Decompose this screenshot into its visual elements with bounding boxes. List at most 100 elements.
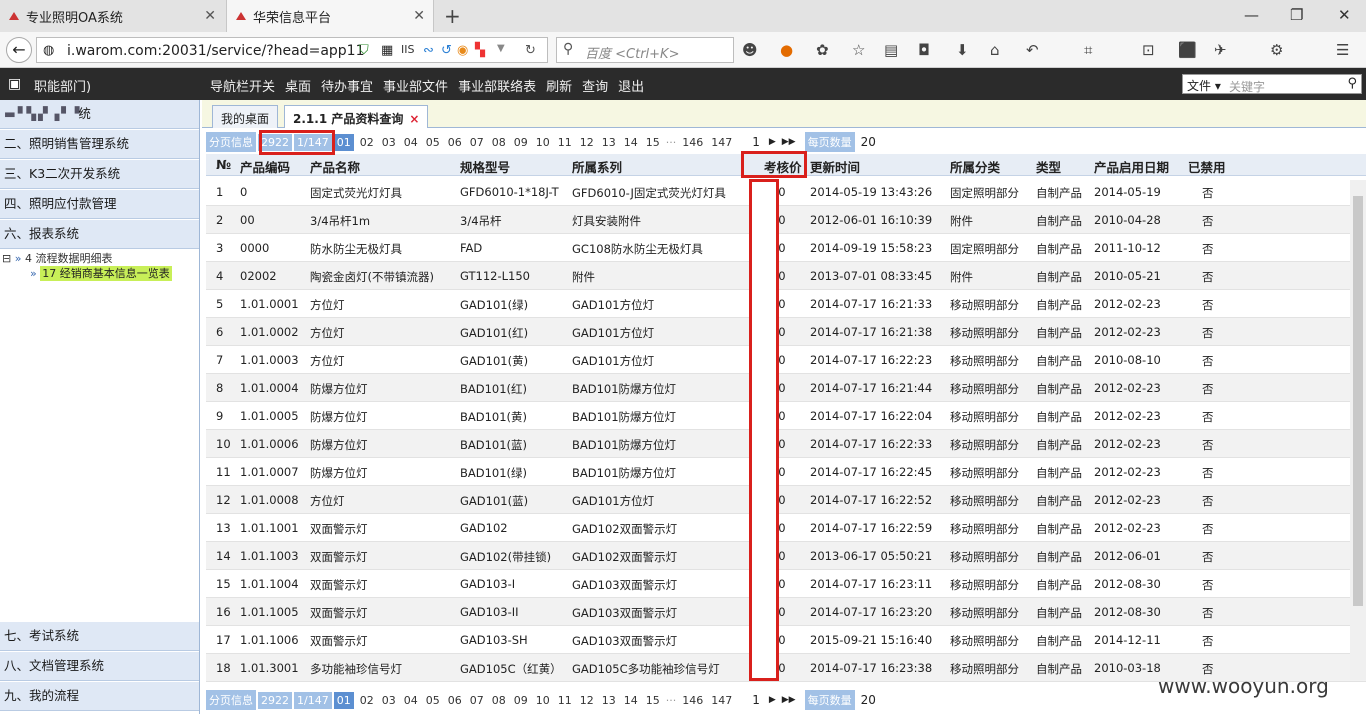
bird-icon[interactable]: ✈	[1214, 41, 1227, 59]
page-link[interactable]: 147	[707, 134, 736, 151]
star-icon[interactable]: ☆	[852, 41, 865, 59]
url-text[interactable]: i.warom.com:20031/service/?head=app11	[67, 43, 365, 59]
page-input[interactable]: 1	[746, 693, 766, 707]
menu-division-files[interactable]: 事业部文件	[383, 76, 448, 95]
page-input[interactable]: 1	[746, 135, 766, 149]
col-spec[interactable]: 规格型号	[460, 157, 510, 176]
table-row[interactable]: 402002陶瓷金卤灯(不带镇流器)GT112-L150附件0.002013-0…	[206, 262, 1366, 290]
crop-icon[interactable]: ⌗	[1084, 41, 1092, 59]
col-name[interactable]: 产品名称	[310, 157, 360, 176]
menu-logout[interactable]: 退出	[618, 76, 644, 95]
home-icon[interactable]: ⌂	[990, 41, 1000, 59]
sidebar-item-reports[interactable]: 六、报表系统	[0, 220, 199, 249]
page-link[interactable]: 11	[554, 134, 576, 151]
page-link[interactable]: 09	[510, 692, 532, 709]
table-row[interactable]: 2003/4吊杆1m3/4吊杆灯具安装附件0.002012-06-01 16:1…	[206, 206, 1366, 234]
new-tab-icon[interactable]: +	[444, 4, 461, 28]
palette-icon[interactable]: ✿	[816, 41, 829, 59]
page-link[interactable]: 05	[422, 134, 444, 151]
ghost-icon[interactable]: ●	[780, 41, 793, 59]
search-icon[interactable]: ⚲	[1347, 76, 1357, 91]
close-tab-icon[interactable]: ×	[409, 112, 419, 126]
page-link[interactable]: 147	[707, 692, 736, 709]
page-link[interactable]: 12	[576, 134, 598, 151]
table-row[interactable]: 1 0 固定式荧光灯灯具 GFD6010-1*18J-T GFD6010-J固定式荧光灯…	[206, 178, 1366, 206]
close-tab-icon[interactable]: ✕	[413, 8, 425, 24]
tree-node-process-data[interactable]: ⊟ » 4 流程数据明细表	[2, 250, 112, 266]
menu-nav-toggle[interactable]: 导航栏开关	[210, 76, 275, 95]
table-row[interactable]: 61.01.0002方位灯GAD101(红)GAD101方位灯8.002014-…	[206, 318, 1366, 346]
col-update-time[interactable]: 更新时间	[810, 157, 860, 176]
table-row[interactable]: 101.01.0006防爆方位灯BAD101(蓝)BAD101防爆方位灯8.00…	[206, 430, 1366, 458]
minimize-icon[interactable]: —	[1244, 6, 1259, 24]
dropdown-arrow-icon[interactable]: ▼	[497, 43, 505, 54]
page-link[interactable]: 10	[532, 692, 554, 709]
table-row[interactable]: 71.01.0003方位灯GAD101(黄)GAD101方位灯8.002014-…	[206, 346, 1366, 374]
tab-product-query[interactable]: 2.1.1 产品资料查询 ×	[284, 105, 429, 128]
col-disabled[interactable]: 已禁用	[1188, 157, 1226, 176]
page-link[interactable]: 13	[598, 692, 620, 709]
windows-flag-icon[interactable]: ▚	[475, 43, 485, 58]
page-link[interactable]: 03	[378, 692, 400, 709]
page-link[interactable]: 146	[678, 134, 707, 151]
iis-icon[interactable]: IIS	[401, 43, 414, 56]
pdf-icon[interactable]: ⬛	[1178, 41, 1197, 59]
sidebar-item-documents[interactable]: 八、文档管理系统	[0, 652, 199, 681]
table-row[interactable]: 81.01.0004防爆方位灯BAD101(红)BAD101防爆方位灯8.002…	[206, 374, 1366, 402]
menu-division-contacts[interactable]: 事业部联络表	[458, 76, 536, 95]
mask-icon[interactable]: ☻	[742, 41, 758, 59]
tree-node-dealer-info[interactable]: » 17 经销商基本信息一览表	[30, 265, 172, 281]
tab-my-desktop[interactable]: 我的桌面	[212, 105, 279, 128]
table-row[interactable]: 141.01.1003双面警示灯GAD102(带挂锁)GAD102双面警示灯0.…	[206, 542, 1366, 570]
col-enable-date[interactable]: 产品启用日期	[1094, 157, 1169, 176]
page-link[interactable]: 15	[642, 134, 664, 151]
shield-icon[interactable]: ⛉	[359, 43, 369, 58]
tools-icon[interactable]: ⚙	[1270, 41, 1283, 59]
next-page-icon[interactable]: ▶	[766, 137, 779, 147]
page-link[interactable]: 14	[620, 692, 642, 709]
scrollbar-thumb[interactable]	[1353, 196, 1363, 606]
last-page-icon[interactable]: ▶▶	[779, 137, 799, 147]
page-link[interactable]: 07	[466, 692, 488, 709]
browser-search-box[interactable]: ⚲ 百度 <Ctrl+K>	[556, 37, 734, 63]
table-row[interactable]: 51.01.0001方位灯GAD101(绿)GAD101方位灯8.002014-…	[206, 290, 1366, 318]
search-category-select[interactable]: 文件 ▾	[1187, 77, 1221, 94]
page-link[interactable]: 04	[400, 134, 422, 151]
page-link[interactable]: 07	[466, 134, 488, 151]
page-link[interactable]: 04	[400, 692, 422, 709]
page-link-01[interactable]: 01	[333, 133, 354, 151]
table-row[interactable]: 91.01.0005防爆方位灯BAD101(黄)BAD101防爆方位灯8.002…	[206, 402, 1366, 430]
col-series[interactable]: 所属系列	[572, 157, 622, 176]
browser-tab-oa[interactable]: 专业照明OA系统 ✕	[0, 0, 224, 32]
page-link[interactable]: 10	[532, 134, 554, 151]
col-code[interactable]: 产品编码	[240, 157, 290, 176]
table-row[interactable]: 131.01.1001双面警示灯GAD102GAD102双面警示灯0.00201…	[206, 514, 1366, 542]
refresh-circle-icon[interactable]: ↺	[441, 43, 452, 58]
page-link[interactable]: 06	[444, 692, 466, 709]
page-size-value[interactable]: 20	[855, 135, 882, 149]
page-link[interactable]: 05	[422, 692, 444, 709]
page-link[interactable]: 03	[378, 134, 400, 151]
url-bar[interactable]: ◍ i.warom.com:20031/service/?head=app11 …	[36, 37, 548, 63]
menu-refresh[interactable]: 刷新	[546, 76, 572, 95]
page-link[interactable]: 146	[678, 692, 707, 709]
sidebar-item-system-1[interactable]: ▬ ▘▚ ▞ ▗ ▘▝统	[0, 100, 199, 129]
page-link[interactable]: 14	[620, 134, 642, 151]
col-index[interactable]: №	[216, 157, 231, 172]
next-page-icon[interactable]: ▶	[766, 695, 779, 705]
pocket-icon[interactable]: ◘	[918, 41, 930, 59]
table-row[interactable]: 161.01.1005双面警示灯GAD103-IIGAD103双面警示灯0.00…	[206, 598, 1366, 626]
close-window-icon[interactable]: ✕	[1338, 6, 1351, 24]
hamburger-menu-icon[interactable]: ☰	[1336, 41, 1349, 59]
close-tab-icon[interactable]: ✕	[204, 8, 216, 24]
undo-icon[interactable]: ↶	[1026, 41, 1039, 59]
menu-todo[interactable]: 待办事宜	[321, 76, 373, 95]
sidebar-item-k3-dev[interactable]: 三、K3二次开发系统	[0, 160, 199, 189]
page-link[interactable]: 09	[510, 134, 532, 151]
back-arrow-icon[interactable]: ←	[6, 37, 32, 63]
keyword-input[interactable]: 关键字	[1229, 78, 1265, 95]
sidebar-item-lighting-sales[interactable]: 二、照明销售管理系统	[0, 130, 199, 159]
page-link[interactable]: 15	[642, 692, 664, 709]
page-link[interactable]: 12	[576, 692, 598, 709]
page-link[interactable]: 13	[598, 134, 620, 151]
